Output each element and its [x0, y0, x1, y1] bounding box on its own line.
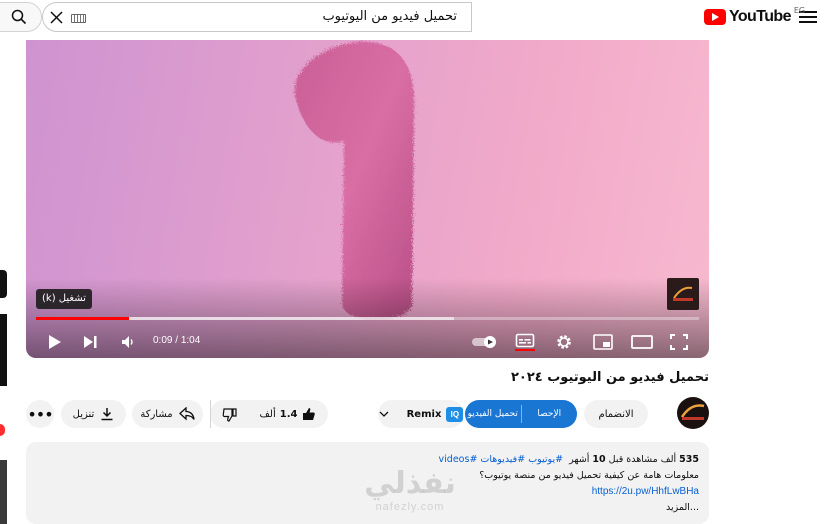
description-meta: 535 ألف مشاهدة قبل 10 أشهر #يوتيوب #فيدي… [39, 452, 699, 468]
show-more-link[interactable]: ...المزيد [39, 500, 699, 516]
view-count: 535 [679, 454, 699, 465]
side-fragment [0, 460, 7, 524]
join-label: الانضمام [598, 408, 634, 420]
search-query-text: تحميل فيديو من اليوتيوب [322, 9, 457, 24]
logo-text: YouTube [729, 8, 791, 25]
download-button[interactable]: تنزيل [61, 400, 126, 428]
share-label: مشاركة [140, 408, 173, 420]
autoplay-toggle[interactable] [470, 332, 500, 352]
progress-bar[interactable] [36, 317, 699, 320]
channel-logo-icon [680, 404, 705, 420]
like-count-unit: ألف [259, 408, 276, 420]
upload-time-prefix: قبل [608, 454, 624, 465]
side-fragment [0, 270, 7, 298]
upload-time-unit: أشهر [569, 454, 590, 465]
subtitles-icon [515, 333, 535, 351]
button-divider [520, 405, 522, 423]
description-link[interactable]: https://2u.pw/HhfLwBHa [592, 486, 699, 497]
channel-watermark-logo[interactable] [667, 278, 699, 310]
miniplayer-icon [593, 334, 613, 350]
description-content: 535 ألف مشاهدة قبل 10 أشهر #يوتيوب #فيدي… [39, 452, 699, 516]
like-button[interactable]: 1.4 ألف [248, 400, 328, 428]
download-label: تنزيل [72, 408, 95, 420]
extension-button-group: الإحصا تحميل الفيديو [465, 400, 577, 428]
volume-icon [122, 336, 133, 348]
fullscreen-button[interactable] [668, 332, 690, 352]
youtube-watch-page: YouTube EG تحميل فيديو من اليوتيوب تشغيل… [0, 0, 825, 524]
play-button[interactable] [44, 332, 66, 352]
thumbs-down-icon [222, 407, 237, 422]
youtube-play-logo-icon [704, 9, 726, 25]
thumbs-up-icon [303, 407, 316, 420]
play-tooltip: تشغيل (k) [36, 289, 92, 309]
remix-button[interactable]: Remix IQ [378, 400, 464, 428]
view-count-unit: ألف مشاهدة [626, 454, 677, 465]
subtitles-button[interactable] [513, 332, 537, 352]
description-box[interactable]: 535 ألف مشاهدة قبل 10 أشهر #يوتيوب #فيدي… [26, 442, 709, 524]
share-icon [178, 407, 195, 421]
download-video-button[interactable]: تحميل الفيديو [465, 409, 521, 419]
channel-brand-icon [673, 286, 693, 301]
player-controls: 0:09 / 1:04 [26, 328, 709, 356]
masthead: YouTube EG تحميل فيديو من اليوتيوب [0, 0, 825, 36]
progress-played [36, 317, 129, 320]
download-icon [101, 408, 113, 421]
side-fragment [0, 314, 7, 386]
logo-country-code: EG [793, 5, 806, 15]
autoplay-toggle-icon [472, 336, 496, 348]
join-button[interactable]: الانضمام [584, 400, 648, 428]
channel-avatar[interactable] [677, 397, 709, 429]
search-icon [11, 9, 27, 25]
video-title: تحميل فيديو من اليوتيوب ٢٠٢٤ [510, 370, 709, 385]
miniplayer-button[interactable] [591, 332, 615, 352]
theater-mode-button[interactable] [629, 332, 655, 352]
chevron-down-icon [379, 411, 389, 417]
next-button[interactable] [80, 332, 102, 352]
like-count: 1.4 [279, 408, 298, 420]
clear-search-icon[interactable] [49, 10, 64, 25]
remix-app-icon: IQ [446, 406, 464, 422]
dislike-button[interactable] [210, 400, 248, 428]
gear-icon [557, 335, 571, 349]
more-actions-button[interactable]: ••• [26, 400, 54, 428]
settings-button[interactable] [553, 332, 575, 352]
share-button[interactable]: مشاركة [132, 400, 203, 428]
hashtags[interactable]: #يوتيوب #فيديوهات #videos [439, 454, 564, 465]
search-button[interactable] [0, 2, 42, 32]
time-separator: / [172, 335, 181, 346]
next-icon [84, 336, 97, 348]
search-input[interactable]: تحميل فيديو من اليوتيوب [42, 2, 472, 32]
volume-button[interactable] [118, 332, 140, 352]
youtube-logo[interactable]: YouTube EG [704, 6, 805, 28]
fullscreen-icon [670, 334, 688, 350]
keyboard-icon[interactable] [71, 14, 86, 23]
like-dislike-group: 1.4 ألف [210, 400, 328, 428]
current-time: 0:09 [153, 335, 173, 346]
remix-label: Remix [406, 408, 442, 420]
side-fragment-red [0, 424, 5, 436]
upload-time-value: 10 [592, 454, 606, 465]
play-icon [49, 335, 61, 349]
description-line: معلومات هامة عن كيفية تحميل فيديو من منص… [479, 470, 699, 481]
theater-mode-icon [631, 335, 653, 349]
video-player[interactable]: تشغيل (k) 0:09 / 1:04 [26, 40, 709, 358]
duration: 1:04 [180, 335, 201, 346]
time-display: 0:09 / 1:04 [153, 335, 200, 346]
stats-button[interactable]: الإحصا [522, 409, 578, 419]
more-horizontal-icon: ••• [27, 404, 53, 424]
